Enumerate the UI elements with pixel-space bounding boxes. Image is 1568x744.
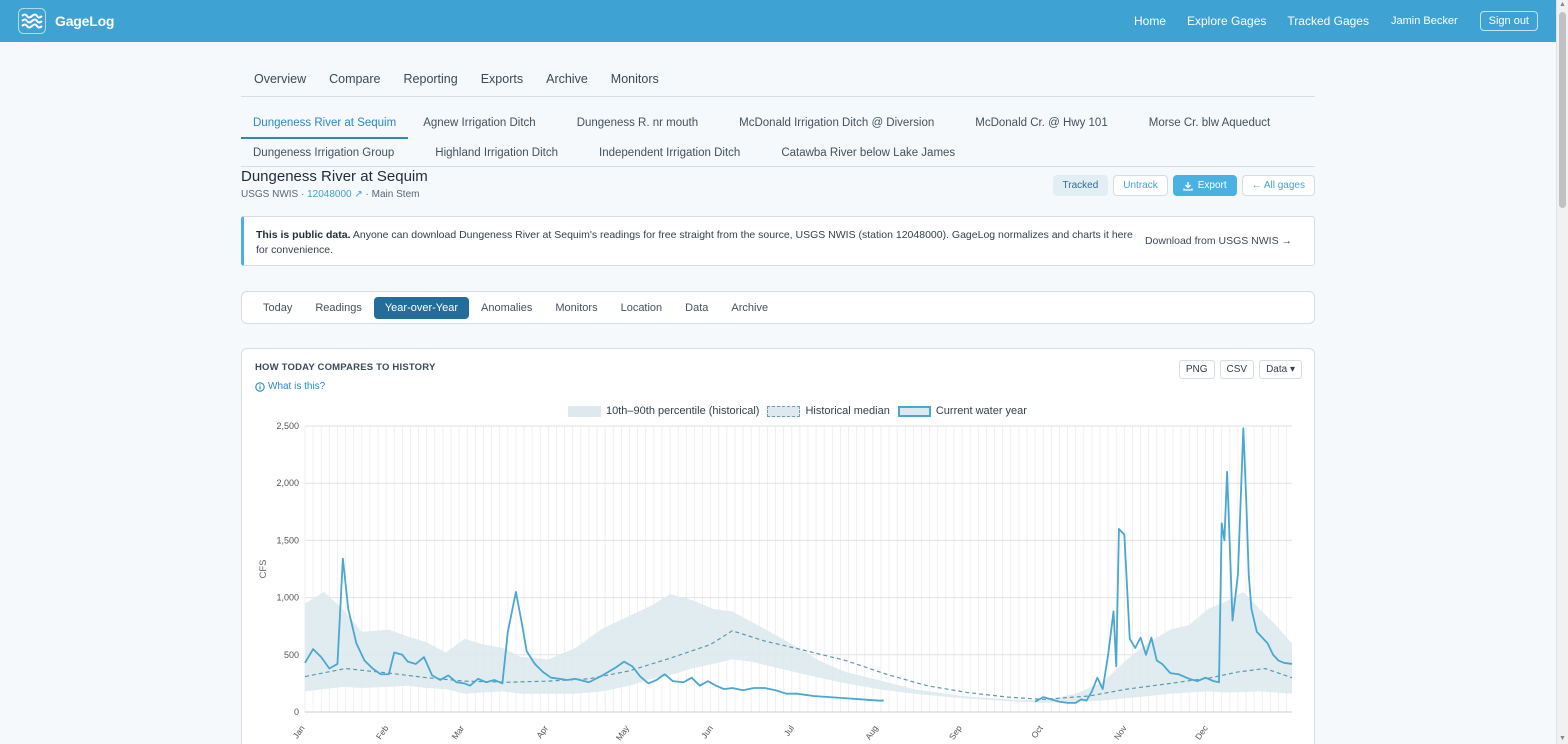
x-tick-label: Mar <box>450 723 467 741</box>
y-tick-label: 2,500 <box>276 421 299 431</box>
x-tick-label: May <box>614 723 632 743</box>
x-tick-label: Oct <box>1029 723 1045 740</box>
app-name: GageLog <box>55 13 115 29</box>
view-tab-anomalies[interactable]: Anomalies <box>470 297 543 319</box>
gage-tab-dungeness-r-nr-mouth[interactable]: Dungeness R. nr mouth <box>565 109 710 139</box>
gage-tab-row: Dungeness River at Sequim Agnew Irrigati… <box>241 109 1315 139</box>
gage-tab-agnew-irrigation-ditch[interactable]: Agnew Irrigation Ditch <box>411 109 548 139</box>
tab-monitors[interactable]: Monitors <box>611 64 659 96</box>
untrack-button[interactable]: Untrack <box>1113 175 1168 196</box>
tracked-badge: Tracked <box>1052 175 1109 196</box>
x-tick-label: Sep <box>947 723 964 741</box>
download-usgs-link[interactable]: Download from USGS NWIS → <box>1145 235 1292 247</box>
comparison-card: HOW TODAY COMPARES TO HISTORY What is th… <box>241 348 1315 744</box>
x-tick-label: Jul <box>782 723 796 738</box>
scroll-up-icon[interactable]: ▲ <box>1559 1 1566 9</box>
nav-tracked-gages[interactable]: Tracked Gages <box>1287 14 1369 28</box>
y-axis-label: CFS <box>258 560 269 579</box>
tab-compare[interactable]: Compare <box>329 64 380 96</box>
view-tabs: Today Readings Year-over-Year Anomalies … <box>241 291 1315 324</box>
gage-tab-highland-irrigation-ditch[interactable]: Highland Irrigation Ditch <box>423 139 570 169</box>
gage-subline: USGS NWIS · 12048000 ↗ · Main Stem <box>241 189 428 200</box>
year-over-year-chart: 0 500 1,000 1,500 2,000 2,500 CFS Jan Feb Mar Apr M… <box>258 421 1293 743</box>
y-tick-label: 1,000 <box>276 593 299 603</box>
gage-tab-mcdonald-irrigation-ditch[interactable]: McDonald Irrigation Ditch @ Diversion <box>727 109 946 139</box>
x-tick-label: Feb <box>374 723 391 741</box>
y-tick-label: 500 <box>284 650 299 660</box>
gage-source: USGS NWIS · <box>241 189 308 200</box>
view-tab-monitors[interactable]: Monitors <box>544 297 608 319</box>
gage-tab-dungeness-irrigation-group[interactable]: Dungeness Irrigation Group <box>241 139 406 169</box>
nav-home[interactable]: Home <box>1134 14 1166 28</box>
gage-suffix: · Main Stem <box>362 189 420 200</box>
brand[interactable]: GageLog <box>18 8 114 34</box>
page-title: Dungeness River at Sequim <box>241 168 428 185</box>
nav-explore-gages[interactable]: Explore Gages <box>1187 14 1266 28</box>
tab-exports[interactable]: Exports <box>481 64 523 96</box>
gage-tab-row: Dungeness Irrigation Group Highland Irri… <box>241 139 1315 169</box>
view-tab-today[interactable]: Today <box>252 297 303 319</box>
x-tick-label: Aug <box>863 723 880 741</box>
download-icon <box>1183 181 1193 191</box>
y-tick-label: 1,500 <box>276 535 299 545</box>
export-label: Export <box>1197 180 1227 191</box>
sign-out-button[interactable]: Sign out <box>1479 11 1538 31</box>
y-tick-label: 0 <box>294 707 299 717</box>
gage-tabs: Dungeness River at Sequim Agnew Irrigati… <box>241 109 1315 169</box>
tab-overview[interactable]: Overview <box>254 64 306 96</box>
view-tab-data[interactable]: Data <box>674 297 719 319</box>
scroll-down-icon[interactable]: ▼ <box>1559 735 1566 743</box>
x-tick-label: Nov <box>1112 723 1129 742</box>
gage-header: Dungeness River at Sequim USGS NWIS · 12… <box>241 168 428 200</box>
top-bar: GageLog Home Explore Gages Tracked Gages… <box>0 0 1556 42</box>
tab-archive[interactable]: Archive <box>546 64 588 96</box>
x-tick-label: Dec <box>1193 723 1210 742</box>
notice-text: This is public data. Anyone can download… <box>256 228 1136 258</box>
top-nav: Home Explore Gages Tracked Gages Jamin B… <box>1113 11 1538 31</box>
gage-tab-catawba-river[interactable]: Catawba River below Lake James <box>769 139 967 169</box>
export-button[interactable]: Export <box>1172 175 1237 196</box>
y-tick-label: 2,000 <box>276 478 299 488</box>
view-tab-archive[interactable]: Archive <box>720 297 779 319</box>
station-link[interactable]: 12048000 ↗ <box>307 189 363 200</box>
view-tab-readings[interactable]: Readings <box>304 297 372 319</box>
view-tab-year-over-year[interactable]: Year-over-Year <box>373 296 470 319</box>
notice-body: Anyone can download Dungeness River at S… <box>256 229 1133 256</box>
view-tab-location[interactable]: Location <box>610 297 674 319</box>
page-scrollbar[interactable]: ▲ ▼ <box>1556 0 1568 744</box>
notice-bold: This is public data. <box>256 229 351 241</box>
scroll-thumb[interactable] <box>1559 12 1566 208</box>
public-data-notice: This is public data. Anyone can download… <box>241 216 1315 266</box>
gage-tab-independent-irrigation-ditch[interactable]: Independent Irrigation Ditch <box>587 139 752 169</box>
tab-reporting[interactable]: Reporting <box>404 64 458 96</box>
gage-actions: Tracked Untrack Export ← All gages <box>1048 175 1315 196</box>
waves-logo-icon <box>18 8 46 34</box>
gage-tab-mcdonald-cr-hwy-101[interactable]: McDonald Cr. @ Hwy 101 <box>963 109 1119 139</box>
divider <box>241 166 1315 167</box>
x-tick-label: Jun <box>699 723 715 740</box>
user-name[interactable]: Jamin Becker <box>1391 15 1458 27</box>
gage-tab-morse-cr-blw-aqueduct[interactable]: Morse Cr. blw Aqueduct <box>1137 109 1282 139</box>
x-tick-label: Jan <box>291 723 307 740</box>
section-tabs: Overview Compare Reporting Exports Archi… <box>241 64 1315 97</box>
x-tick-label: Apr <box>534 723 550 740</box>
gage-tab-dungeness-river-at-sequim[interactable]: Dungeness River at Sequim <box>241 109 409 139</box>
all-gages-button[interactable]: ← All gages <box>1241 175 1315 196</box>
